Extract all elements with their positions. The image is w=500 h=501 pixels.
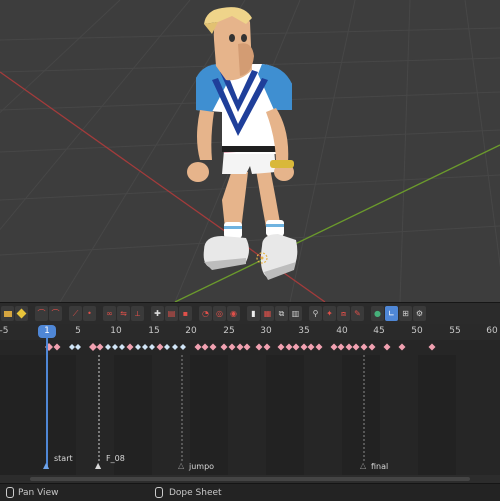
axis-icon[interactable]: ∟ (385, 306, 398, 321)
ruler-label: 45 (373, 326, 385, 336)
ruler-label: 10 (110, 326, 122, 336)
ruler-label: 20 (185, 326, 197, 336)
duplicate-icon[interactable]: ⧉ (275, 306, 288, 321)
delete-icon[interactable]: ▥ (289, 306, 302, 321)
select-range-icon[interactable]: ◉ (227, 306, 240, 321)
character-model[interactable] (0, 0, 500, 302)
mouse-icon (6, 487, 14, 498)
summary-keyframe-row[interactable] (0, 340, 500, 355)
ruler-label: 5 (75, 326, 81, 336)
bookmark-icon[interactable]: ▮ (247, 306, 260, 321)
paste-icon[interactable]: ✎ (351, 306, 364, 321)
marker-icon-jumpo[interactable]: △ (178, 461, 184, 470)
clock-icon[interactable]: ◔ (199, 306, 212, 321)
ruler-label: 15 (148, 326, 160, 336)
insert-key-icon[interactable]: ▪ (179, 306, 192, 321)
marker-label-start: start (54, 454, 73, 463)
bake-icon[interactable]: ▤ (165, 306, 178, 321)
status-dope-sheet: Dope Sheet (155, 487, 222, 498)
marker-label-final: final (371, 462, 389, 471)
timeline-scrollbar[interactable] (0, 475, 500, 483)
playhead-line[interactable] (46, 337, 48, 467)
marker-row[interactable]: ▲ start ▲ F_08 △ jumpo △ final (0, 452, 500, 474)
marker-icon-final[interactable]: △ (360, 461, 366, 470)
curve-dot-icon[interactable]: • (83, 306, 96, 321)
status-bar: Pan View Dope Sheet (0, 483, 500, 501)
status-pan-view: Pan View (6, 487, 58, 498)
marker-icon-start[interactable]: ▲ (43, 461, 49, 470)
curve-ease-icon[interactable]: ⟋ (69, 306, 82, 321)
ruler-label: -5 (0, 326, 9, 336)
curve-red-icon[interactable]: ⌒ (35, 306, 48, 321)
settings-icon[interactable]: ⚙ (413, 306, 426, 321)
marker-icon-f08[interactable]: ▲ (95, 461, 101, 470)
copy-icon[interactable]: ⧈ (337, 306, 350, 321)
loop-icon[interactable]: ∞ (103, 306, 116, 321)
snapshot-icon[interactable]: ▦ (261, 306, 274, 321)
status-left-label: Pan View (18, 487, 59, 498)
ruler-label: 40 (336, 326, 348, 336)
constraint-icon[interactable]: ✚ (151, 306, 164, 321)
ruler-label: 30 (260, 326, 272, 336)
status-mid-label: Dope Sheet (169, 487, 222, 498)
marker-icon[interactable]: ⊞ (399, 306, 412, 321)
link-icon[interactable]: ⚲ (309, 306, 322, 321)
ruler-label: 60 (486, 326, 498, 336)
ruler-label: 50 (411, 326, 423, 336)
ruler-label: 55 (449, 326, 461, 336)
ruler-label: 35 (298, 326, 310, 336)
curve-red-icon-2[interactable]: ⌒ (49, 306, 62, 321)
keyframe-diamonds[interactable] (0, 340, 500, 355)
keyframe-yellow-icon[interactable] (15, 306, 28, 321)
timeline-toolbar: ⌒ ⌒ ⟋ • ∞ ⇋ ⟂ ✚ ▤ ▪ ◔ ◎ ◉ ▮ ▦ ⧉ ▥ ⚲ ✦ ⧈ … (0, 302, 500, 324)
scrollbar-thumb[interactable] (30, 477, 470, 481)
marker-label-jumpo: jumpo (189, 462, 215, 471)
marker-label-f08: F_08 (106, 454, 125, 463)
pose-icon[interactable]: ✦ (323, 306, 336, 321)
ruler-label: 25 (223, 326, 235, 336)
mouse-icon (155, 487, 163, 498)
globe-icon[interactable]: ● (371, 306, 384, 321)
frame-ruler[interactable]: -5 5 10 15 20 25 30 35 40 45 50 55 60 1 (0, 324, 500, 340)
handle-icon[interactable]: ⟂ (131, 306, 144, 321)
mirror-icon[interactable]: ⇋ (117, 306, 130, 321)
3d-viewport[interactable] (0, 0, 500, 302)
select-icon[interactable]: ◎ (213, 306, 226, 321)
key-icon[interactable] (1, 306, 14, 321)
